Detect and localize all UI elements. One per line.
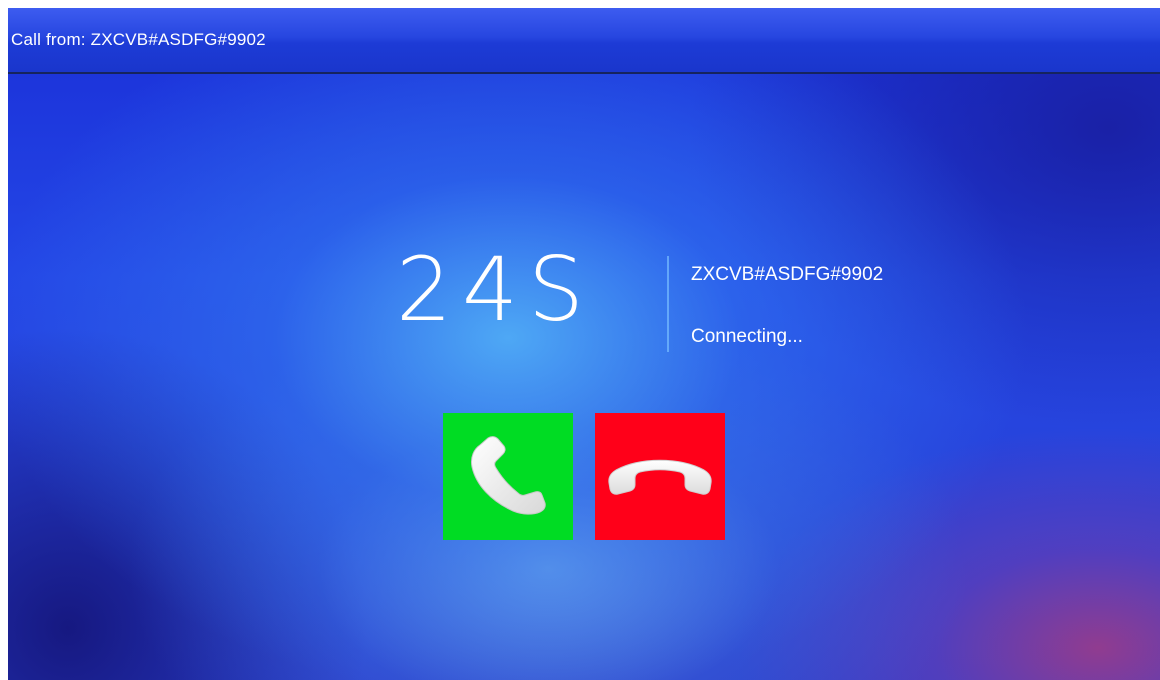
title-bar-text: Call from: ZXCVB#ASDFG#9902 bbox=[11, 30, 266, 49]
phone-hangup-icon bbox=[608, 459, 712, 495]
answer-button[interactable] bbox=[443, 413, 573, 540]
hangup-button[interactable] bbox=[595, 413, 725, 540]
divider bbox=[667, 256, 669, 352]
call-timer: 24S bbox=[396, 238, 594, 341]
call-status: Connecting... bbox=[691, 326, 803, 347]
incoming-call-screen: Call from: ZXCVB#ASDFG#9902 24S ZXCVB#AS… bbox=[8, 8, 1160, 680]
title-bar: Call from: ZXCVB#ASDFG#9902 bbox=[8, 8, 1160, 74]
phone-answer-icon bbox=[471, 436, 546, 515]
caller-id: ZXCVB#ASDFG#9902 bbox=[691, 264, 884, 285]
